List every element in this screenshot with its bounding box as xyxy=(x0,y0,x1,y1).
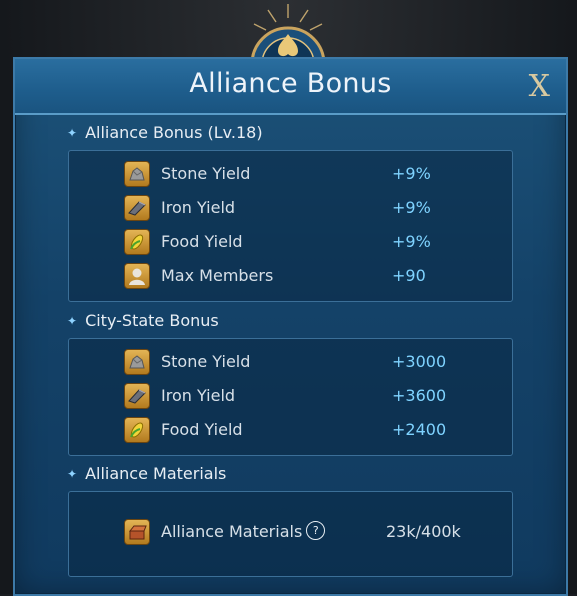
member-icon xyxy=(124,263,150,289)
stat-label: Iron Yield xyxy=(161,198,236,217)
stat-value: +2400 xyxy=(392,420,447,439)
stat-value: 23k/400k xyxy=(386,522,461,541)
iron-icon xyxy=(124,383,150,409)
list-item: Food Yield +2400 xyxy=(124,416,512,446)
alliance-bonus-box: Stone Yield +9% Iron Yield +9% Food Yiel… xyxy=(68,150,513,302)
section-heading-alliance-materials: ✦ Alliance Materials xyxy=(67,464,227,483)
stat-label: Food Yield xyxy=(161,420,243,439)
list-item: Stone Yield +9% xyxy=(124,160,512,190)
alliance-emblem-icon xyxy=(250,4,326,64)
city-state-bonus-box: Stone Yield +3000 Iron Yield +3600 Food … xyxy=(68,338,513,456)
help-icon[interactable]: ? xyxy=(306,521,326,540)
title-bar: Alliance Bonus X xyxy=(15,59,566,115)
list-item: Iron Yield +9% xyxy=(124,194,512,224)
list-item: Food Yield +9% xyxy=(124,228,512,258)
close-button[interactable]: X xyxy=(529,69,550,104)
iron-icon xyxy=(124,195,150,221)
stat-value: +3600 xyxy=(392,386,447,405)
stat-label: Max Members xyxy=(161,266,274,285)
stone-icon xyxy=(124,161,150,187)
stat-label: Stone Yield xyxy=(161,352,251,371)
stat-value: +90 xyxy=(392,266,426,285)
stone-icon xyxy=(124,349,150,375)
alliance-materials-box: Alliance Materials? 23k/400k xyxy=(68,491,513,577)
section-heading-alliance-bonus: ✦ Alliance Bonus (Lv.18) xyxy=(67,123,263,142)
diamond-bullet-icon: ✦ xyxy=(67,314,78,328)
list-item: Iron Yield +3600 xyxy=(124,382,512,412)
window-title: Alliance Bonus xyxy=(189,68,392,99)
stat-value: +9% xyxy=(392,198,431,217)
stat-value: +9% xyxy=(392,232,431,251)
alliance-bonus-panel: Alliance Bonus X ✦ Alliance Bonus (Lv.18)… xyxy=(13,57,568,596)
section-heading-city-state-bonus: ✦ City-State Bonus xyxy=(67,311,219,330)
stat-value: +9% xyxy=(392,164,431,183)
stat-label: Alliance Materials? xyxy=(161,521,326,542)
materials-icon xyxy=(124,519,150,545)
food-icon xyxy=(124,417,150,443)
list-item: Alliance Materials? 23k/400k xyxy=(124,518,512,548)
list-item: Stone Yield +3000 xyxy=(124,348,512,378)
list-item: Max Members +90 xyxy=(124,262,512,292)
stat-label: Stone Yield xyxy=(161,164,251,183)
stat-value: +3000 xyxy=(392,352,447,371)
diamond-bullet-icon: ✦ xyxy=(67,126,78,140)
stat-label: Food Yield xyxy=(161,232,243,251)
food-icon xyxy=(124,229,150,255)
diamond-bullet-icon: ✦ xyxy=(67,467,78,481)
stat-label: Iron Yield xyxy=(161,386,236,405)
